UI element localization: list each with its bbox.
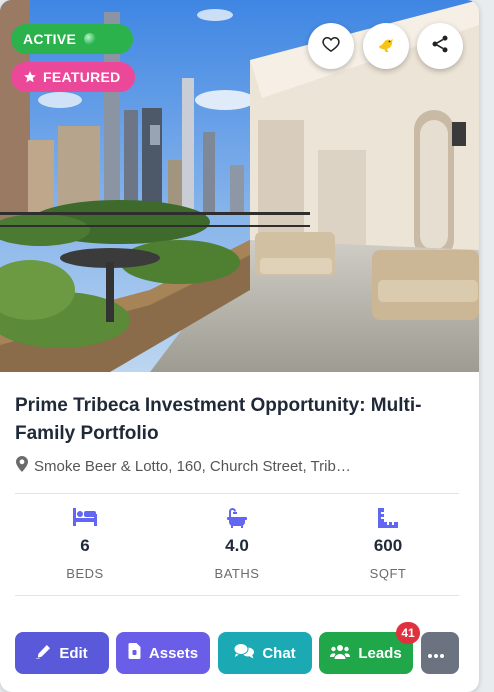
- file-icon: [128, 643, 149, 663]
- chat-button[interactable]: Chat: [218, 632, 312, 674]
- divider: [15, 493, 459, 494]
- share-icon: [430, 34, 450, 59]
- assets-label: Assets: [148, 644, 199, 662]
- beds-label: BEDS: [66, 566, 104, 581]
- status-text: ACTIVE: [23, 31, 77, 47]
- stat-beds: 6 BEDS: [25, 508, 145, 581]
- sqft-value: 600: [373, 536, 403, 555]
- edit-label: Edit: [59, 644, 88, 662]
- chat-label: Chat: [262, 644, 296, 662]
- baths-label: BATHS: [214, 566, 260, 581]
- leads-count-badge: 41: [396, 622, 420, 644]
- beds-value: 6: [80, 536, 90, 555]
- assets-button[interactable]: Assets: [116, 632, 210, 674]
- sqft-label: SQFT: [369, 566, 407, 581]
- status-badge: ACTIVE: [11, 24, 133, 54]
- edit-button[interactable]: Edit: [15, 632, 109, 674]
- property-card: ACTIVE FEATURED Prime Tribeca Investment…: [0, 0, 479, 692]
- listing-address: Smoke Beer & Lotto, 160, Church Street, …: [16, 456, 466, 476]
- stat-sqft: 600 SQFT: [328, 508, 448, 581]
- heart-icon: [321, 34, 341, 59]
- address-text: Smoke Beer & Lotto, 160, Church Street, …: [34, 457, 351, 475]
- pencil-icon: [36, 644, 59, 663]
- property-photo[interactable]: [0, 0, 479, 372]
- ruler-icon: [328, 508, 448, 528]
- comments-icon: [233, 643, 262, 663]
- featured-text: FEATURED: [43, 69, 121, 85]
- users-icon: [330, 644, 358, 663]
- ellipsis-icon: [428, 645, 452, 662]
- bed-icon: [25, 508, 145, 528]
- favorite-button[interactable]: [308, 23, 354, 69]
- share-button[interactable]: [417, 23, 463, 69]
- listing-title[interactable]: Prime Tribeca Investment Opportunity: Mu…: [15, 392, 465, 448]
- map-marker-icon: [16, 456, 34, 476]
- divider: [15, 595, 459, 596]
- bird-icon: [374, 32, 398, 61]
- stat-baths: 4.0 BATHS: [177, 508, 297, 581]
- star-icon: [23, 70, 37, 84]
- bath-icon: [177, 508, 297, 528]
- leads-label: Leads: [358, 644, 402, 662]
- status-dot-icon: [84, 33, 97, 45]
- featured-badge: FEATURED: [11, 62, 135, 92]
- baths-value: 4.0: [225, 536, 249, 555]
- promote-button[interactable]: [363, 23, 409, 69]
- more-options-button[interactable]: [421, 632, 459, 674]
